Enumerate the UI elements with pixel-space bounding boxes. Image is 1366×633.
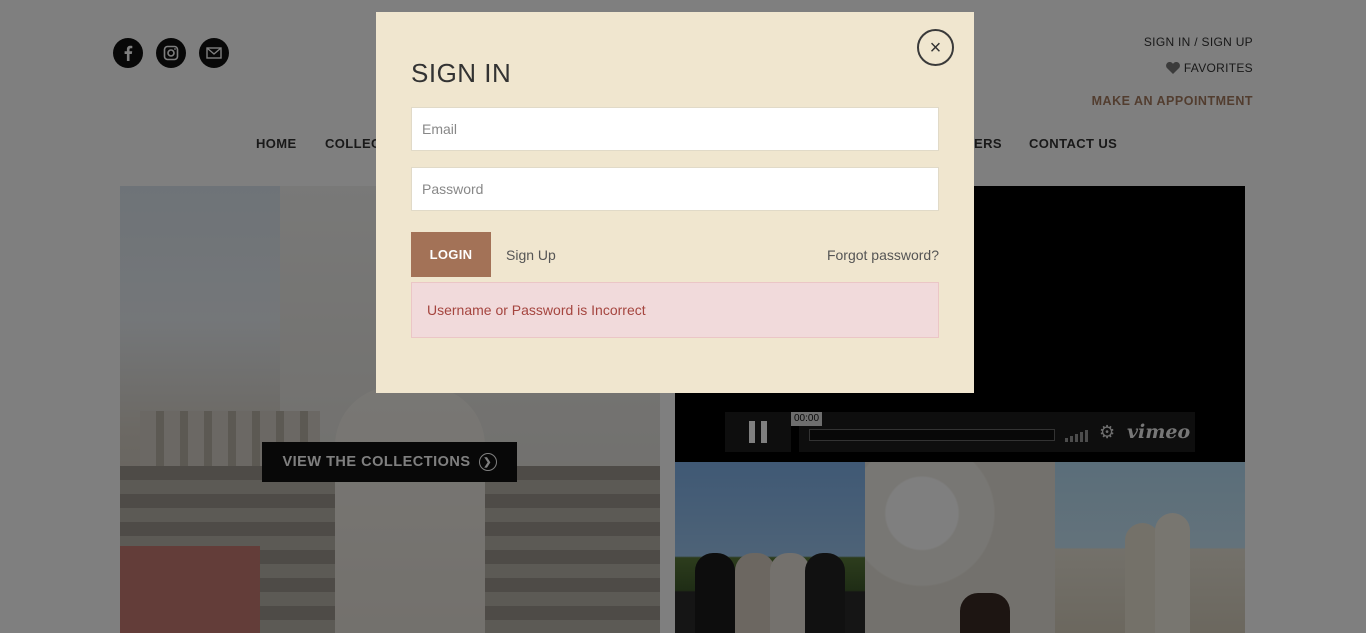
email-field[interactable] — [411, 107, 939, 151]
error-alert: Username or Password is Incorrect — [411, 282, 939, 338]
login-button[interactable]: LOGIN — [411, 232, 491, 277]
forgot-password-link[interactable]: Forgot password? — [827, 247, 939, 263]
sign-in-modal: × SIGN IN LOGIN Sign Up Forgot password?… — [376, 12, 974, 393]
signup-link[interactable]: Sign Up — [506, 247, 556, 263]
close-icon[interactable]: × — [917, 29, 954, 66]
password-field[interactable] — [411, 167, 939, 211]
modal-title: SIGN IN — [411, 58, 512, 88]
error-message: Username or Password is Incorrect — [427, 302, 646, 318]
